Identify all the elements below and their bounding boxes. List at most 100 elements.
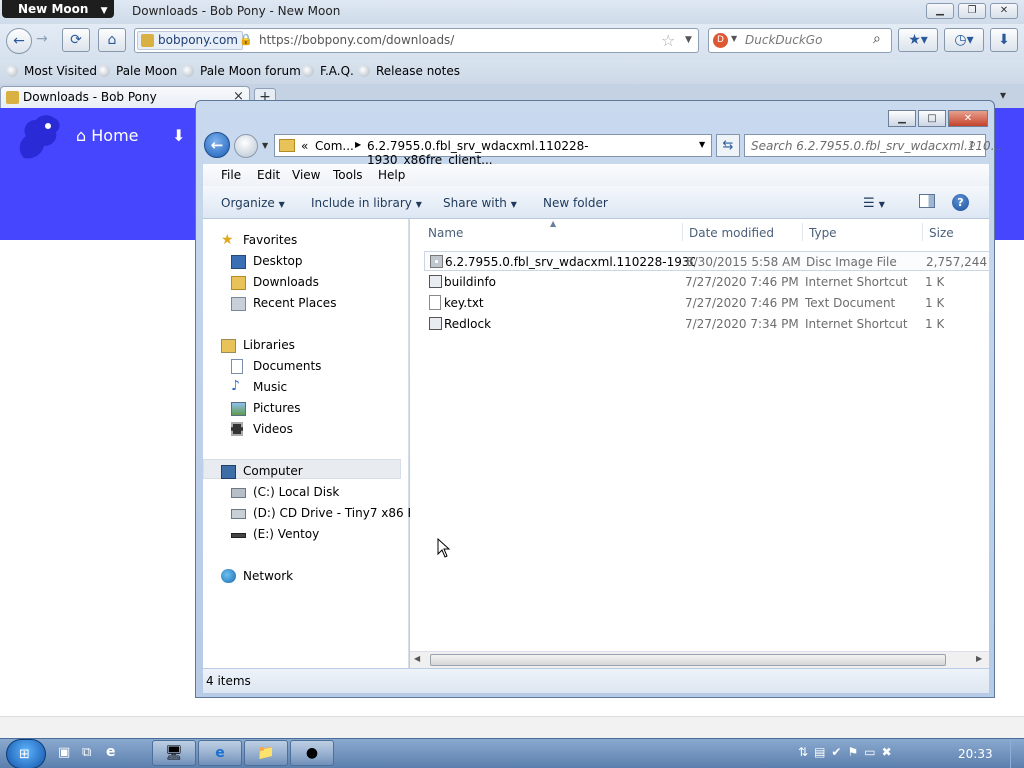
nav-favorites[interactable]: ★ Favorites [221, 232, 297, 248]
column-divider[interactable] [922, 223, 923, 241]
refresh-button[interactable]: ⇆ [716, 134, 740, 157]
file-row[interactable]: key.txt 7/27/2020 7:46 PM Text Document … [424, 293, 989, 313]
address-dropdown-icon[interactable]: ▼ [699, 140, 705, 149]
restore-button[interactable]: ❐ [958, 3, 986, 19]
include-in-library-button[interactable]: Include in library ▼ [311, 196, 422, 210]
explorer-forward-button[interactable] [234, 134, 258, 158]
breadcrumb-computer[interactable]: Com... [315, 139, 354, 153]
bookmark-star-icon[interactable]: ☆ [661, 31, 675, 50]
nav-home-link[interactable]: ⌂ Home [76, 126, 139, 145]
nav-computer[interactable]: Computer [221, 464, 303, 479]
scrollbar-thumb[interactable] [430, 654, 946, 666]
url-bar[interactable]: bobpony.com 🔒 https://bobpony.com/downlo… [134, 28, 699, 53]
bookmark-most-visited[interactable]: Most Visited [6, 64, 97, 78]
system-tray-icons[interactable]: ⇅▤✔⚑▭✖ [798, 745, 898, 759]
bob-pony-logo[interactable] [14, 112, 62, 162]
show-desktop-icon[interactable]: ▣ [58, 745, 70, 760]
tab-list-icon[interactable]: ▾ [1000, 88, 1006, 102]
site-identity-button[interactable]: bobpony.com [137, 31, 243, 50]
preview-pane-button[interactable] [919, 194, 935, 208]
nav-item-music[interactable]: ♪ Music [231, 378, 287, 394]
new-folder-button[interactable]: New folder [543, 196, 608, 210]
tray-security-icon[interactable]: ✔ [831, 745, 847, 759]
switch-windows-icon[interactable]: ⧉ [82, 745, 91, 760]
tray-network-icon[interactable]: ⇅ [798, 745, 814, 759]
url-dropdown-icon[interactable]: ▼ [685, 35, 692, 45]
close-button[interactable]: ✕ [990, 3, 1018, 19]
scroll-right-icon[interactable]: ▶ [976, 654, 982, 663]
forward-button[interactable]: → [36, 31, 48, 47]
menu-edit[interactable]: Edit [257, 168, 280, 182]
bookmark-release-notes[interactable]: Release notes [358, 64, 460, 78]
bookmarks-button[interactable]: ★▾ [898, 28, 938, 52]
breadcrumb-separator-icon[interactable]: ▶ [355, 140, 361, 149]
folder-icon [279, 139, 295, 152]
explorer-search-box[interactable]: Search 6.2.7955.0.fbl_srv_wdacxml.110...… [744, 134, 1002, 157]
view-options-button[interactable]: ☰ ▼ [863, 196, 885, 211]
search-bar[interactable]: D ▼ DuckDuckGo ⌕ [708, 28, 892, 53]
nav-item-pictures[interactable]: Pictures [231, 401, 301, 416]
tray-display-icon[interactable]: ▭ [864, 745, 881, 759]
file-row[interactable]: buildinfo 7/27/2020 7:46 PM Internet Sho… [424, 272, 989, 292]
taskbar-clock[interactable]: 20:33 [958, 747, 993, 761]
nav-item-e-drive[interactable]: (E:) Ventoy [231, 527, 319, 541]
explorer-minimize-button[interactable]: ▁ [888, 110, 916, 127]
nav-item-c-drive[interactable]: (C:) Local Disk [231, 485, 339, 499]
explorer-address-bar[interactable]: « Com... ▶ 6.2.7955.0.fbl_srv_wdacxml.11… [274, 134, 712, 167]
engine-dropdown-icon[interactable]: ▼ [731, 34, 737, 43]
taskbar-app-file-explorer[interactable]: 📁 [244, 740, 288, 766]
nav-downloads-link[interactable]: ⬇ [172, 126, 185, 145]
menu-tools[interactable]: Tools [333, 168, 363, 182]
menu-file[interactable]: File [221, 168, 241, 182]
scroll-left-icon[interactable]: ◀ [414, 654, 420, 663]
menu-help[interactable]: Help [378, 168, 405, 182]
explorer-maximize-button[interactable]: □ [918, 110, 946, 127]
column-divider[interactable] [802, 223, 803, 241]
app-menu-button[interactable]: New Moon ▼ [2, 0, 114, 18]
breadcrumb-overflow[interactable]: « [301, 139, 308, 153]
column-divider[interactable] [682, 223, 683, 241]
taskbar-app-internet-explorer[interactable]: e [198, 740, 242, 766]
tray-volume-muted-icon[interactable]: ✖ [882, 745, 898, 759]
column-header-name[interactable]: Name [428, 226, 463, 240]
nav-item-documents[interactable]: Documents [231, 359, 321, 374]
column-header-size[interactable]: Size [929, 226, 954, 240]
nav-item-downloads[interactable]: Downloads [231, 275, 319, 290]
back-button[interactable]: ← [6, 28, 32, 54]
ie-quicklaunch-icon[interactable]: e [106, 744, 116, 760]
show-desktop-button[interactable] [1010, 739, 1024, 768]
nav-item-recent-places[interactable]: Recent Places [231, 296, 336, 311]
explorer-close-button[interactable]: ✕ [948, 110, 988, 127]
bookmark-pale-moon-forum[interactable]: Pale Moon forum [182, 64, 301, 78]
horizontal-scrollbar[interactable]: ◀ ▶ [410, 651, 989, 668]
tray-flag-icon[interactable]: ⚑ [847, 745, 864, 759]
breadcrumb-current-folder[interactable]: 6.2.7955.0.fbl_srv_wdacxml.110228-1930_x… [367, 139, 711, 167]
share-with-button[interactable]: Share with ▼ [443, 196, 517, 210]
column-header-type[interactable]: Type [809, 226, 837, 240]
bookmark-pale-moon[interactable]: Pale Moon [98, 64, 177, 78]
bookmark-faq[interactable]: F.A.Q. [302, 64, 354, 78]
tray-document-icon[interactable]: ▤ [814, 745, 831, 759]
history-button[interactable]: ◷▾ [944, 28, 984, 52]
recent-pages-dropdown-icon[interactable]: ▼ [262, 141, 268, 150]
column-header-date-modified[interactable]: Date modified [689, 226, 774, 240]
menu-view[interactable]: View [292, 168, 320, 182]
nav-item-d-drive[interactable]: (D:) CD Drive - Tiny7 x86 R1 [231, 506, 423, 520]
minimize-button[interactable]: ▁ [926, 3, 954, 19]
nav-item-videos[interactable]: Videos [231, 422, 293, 436]
start-button[interactable]: ⊞ [6, 739, 46, 768]
search-icon[interactable]: ⌕ [873, 31, 881, 47]
file-row[interactable]: 6.2.7955.0.fbl_srv_wdacxml.110228-1930_.… [424, 251, 989, 271]
file-row[interactable]: Redlock 7/27/2020 7:34 PM Internet Short… [424, 314, 989, 334]
downloads-button[interactable]: ⬇ [990, 28, 1018, 52]
nav-libraries[interactable]: Libraries [221, 338, 295, 353]
reload-button[interactable]: ⟳ [62, 28, 90, 52]
organize-button[interactable]: Organize ▼ [221, 196, 285, 210]
nav-network[interactable]: Network [221, 569, 293, 583]
help-icon[interactable]: ? [952, 194, 969, 211]
nav-item-desktop[interactable]: Desktop [231, 254, 303, 269]
taskbar-app-new-moon[interactable]: ● [290, 740, 334, 766]
taskbar-app-explorer-window[interactable]: 🖥 [152, 740, 196, 766]
home-button[interactable]: ⌂ [98, 28, 126, 52]
explorer-back-button[interactable]: ← [204, 132, 230, 158]
